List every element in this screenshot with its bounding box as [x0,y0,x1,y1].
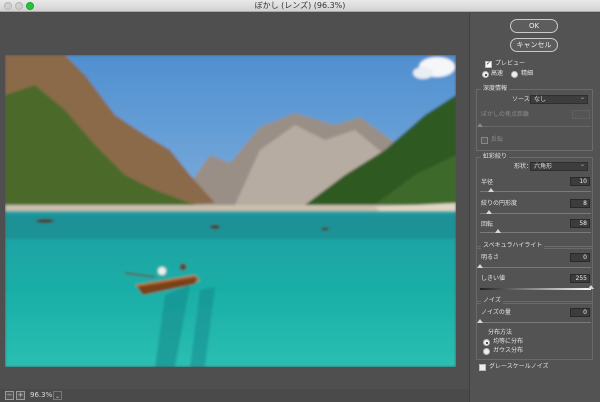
threshold-thumb[interactable] [588,285,594,289]
chevron-down-icon[interactable]: ⌄ [53,391,62,400]
lake-photo [5,55,456,367]
invert-checkbox [481,137,488,144]
focal-distance-label: ぼかしの焦点距離 [481,111,530,118]
focal-distance-slider [477,123,591,127]
quality-fast-label: 高速 [491,70,504,77]
source-select[interactable]: なし [530,94,588,104]
quality-accurate-label: 精細 [521,70,534,77]
radius-label: 半径 [481,179,494,186]
status-bar: − + 96.3% ⌄ [0,389,469,402]
settings-panel: OK キャンセル プレビュー 高速 精細 深度情報 ソース： なし ぼかしの焦点… [469,13,600,402]
brightness-slider[interactable] [477,264,591,268]
threshold-label: しきい値 [481,275,506,282]
focal-distance-field [572,110,590,119]
zoom-in-button[interactable]: + [16,391,25,400]
preview-checkbox[interactable] [485,60,492,68]
uniform-label: 均等に分布 [493,338,524,345]
rotation-label: 回転 [481,221,494,228]
ok-button[interactable]: OK [510,19,558,33]
curvature-slider[interactable] [480,210,591,214]
noise-amount-field[interactable]: 0 [570,308,590,317]
focal-distance-thumb [477,123,483,127]
gaussian-radio[interactable] [483,348,490,355]
quality-fast-radio[interactable] [482,71,489,78]
brightness-field[interactable]: 0 [570,253,590,262]
gaussian-label: ガウス分布 [493,347,524,354]
monochrome-checkbox[interactable] [479,364,486,371]
curvature-field[interactable]: 8 [570,199,590,208]
rotation-field[interactable]: 58 [570,219,590,228]
noise-amount-slider[interactable] [477,319,591,323]
noise-title: ノイズ [481,297,503,305]
uniform-radio[interactable] [483,339,490,346]
preview-image[interactable] [5,55,456,367]
invert-label: 反転 [491,136,504,143]
shape-select[interactable]: 六角形 [530,161,588,171]
brightness-label: 明るさ [481,254,500,261]
quality-accurate-radio[interactable] [511,71,518,78]
rotation-thumb[interactable] [494,229,501,233]
title-bar: ぼかし (レンズ) (96.3%) [0,0,600,12]
noise-amount-label: ノイズの量 [481,309,511,316]
threshold-slider[interactable] [480,285,594,290]
depth-map-title: 深度情報 [481,85,510,93]
preview-label: プレビュー [495,60,526,67]
window-title: ぼかし (レンズ) (96.3%) [254,1,346,10]
cancel-button[interactable]: キャンセル [510,38,558,52]
curvature-thumb[interactable] [485,210,492,214]
preview-canvas[interactable] [0,13,469,402]
curvature-label: 絞りの円形度 [481,200,518,207]
iris-title: 虹彩絞り [481,153,510,161]
monochrome-label: グレースケールノイズ [489,363,549,370]
distribution-title: 分布方法 [488,329,513,336]
rotation-slider[interactable] [480,229,591,233]
radius-thumb[interactable] [488,188,495,192]
brightness-thumb[interactable] [477,264,483,268]
zoom-level: 96.3% [30,391,53,399]
noise-amount-thumb[interactable] [477,319,483,323]
radius-slider[interactable] [480,188,591,192]
threshold-field[interactable]: 255 [570,274,590,283]
radius-field[interactable]: 10 [570,177,590,186]
specular-title: スペキュラハイライト [481,242,545,250]
zoom-out-button[interactable]: − [5,391,14,400]
